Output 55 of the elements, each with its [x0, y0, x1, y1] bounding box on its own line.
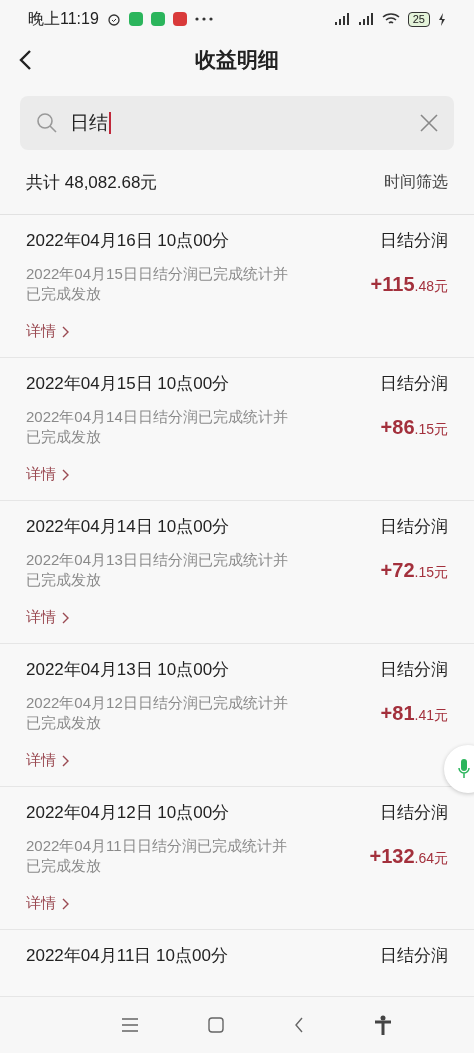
record-description: 2022年04月13日日结分润已完成统计并已完成发放	[26, 550, 289, 590]
record-amount: +115.48元	[370, 272, 448, 296]
record-type: 日结分润	[380, 659, 448, 681]
details-link[interactable]: 详情	[26, 322, 70, 341]
chevron-right-icon	[62, 611, 70, 624]
signal-icon	[333, 12, 350, 26]
record-datetime: 2022年04月13日 10点00分	[26, 659, 230, 681]
record-description: 2022年04月14日日结分润已完成统计并已完成发放	[26, 407, 289, 447]
record-type: 日结分润	[380, 802, 448, 824]
record-amount: +132.64元	[369, 844, 448, 868]
search-icon	[36, 112, 58, 134]
chat-app-icon	[128, 12, 143, 26]
record-datetime: 2022年04月16日 10点00分	[26, 230, 230, 252]
chevron-right-icon	[62, 754, 70, 767]
record-description: 2022年04月11日日结分润已完成统计并已完成发放	[26, 836, 288, 876]
chevron-right-icon	[62, 325, 70, 338]
chevron-right-icon	[62, 897, 70, 910]
alarm-icon	[106, 12, 121, 26]
record-description: 2022年04月12日日结分润已完成统计并已完成发放	[26, 693, 289, 733]
record-description: 2022年04月15日日结分润已完成统计并已完成发放	[26, 264, 289, 304]
record-type: 日结分润	[380, 516, 448, 538]
accessibility-icon[interactable]	[374, 1015, 392, 1035]
chevron-right-icon	[62, 468, 70, 481]
details-link[interactable]: 详情	[26, 608, 70, 627]
details-link[interactable]: 详情	[26, 751, 70, 770]
record-datetime: 2022年04月15日 10点00分	[26, 373, 230, 395]
record-datetime: 2022年04月14日 10点00分	[26, 516, 230, 538]
record-type: 日结分润	[380, 945, 448, 967]
record-type: 日结分润	[380, 373, 448, 395]
search-value: 日结	[70, 111, 108, 135]
home-icon[interactable]	[208, 1017, 224, 1033]
chat-app-icon	[150, 12, 165, 26]
signal-icon	[357, 12, 374, 26]
news-app-icon	[172, 12, 187, 26]
battery-indicator: 25	[407, 11, 430, 27]
microphone-icon	[458, 759, 470, 779]
more-icon	[194, 17, 213, 21]
search-field[interactable]: 日结	[20, 96, 454, 150]
details-link[interactable]: 详情	[26, 894, 70, 913]
status-time: 晚上11:19	[28, 8, 99, 29]
record-amount: +81.41元	[380, 701, 448, 725]
charging-icon	[438, 12, 446, 26]
time-filter[interactable]: 时间筛选	[384, 171, 448, 193]
close-icon[interactable]	[420, 114, 438, 132]
wifi-icon	[381, 12, 400, 26]
record-datetime: 2022年04月11日 10点00分	[26, 945, 228, 967]
total-amount: 共计 48,082.68元	[26, 171, 158, 194]
record-amount: +72.15元	[380, 558, 448, 582]
menu-icon[interactable]	[122, 1018, 138, 1032]
record-datetime: 2022年04月12日 10点00分	[26, 802, 230, 824]
record-amount: +86.15元	[380, 415, 448, 439]
record-type: 日结分润	[380, 230, 448, 252]
back-icon[interactable]	[294, 1017, 304, 1033]
page-title: 收益明细	[195, 47, 279, 73]
details-link[interactable]: 详情	[26, 465, 70, 484]
